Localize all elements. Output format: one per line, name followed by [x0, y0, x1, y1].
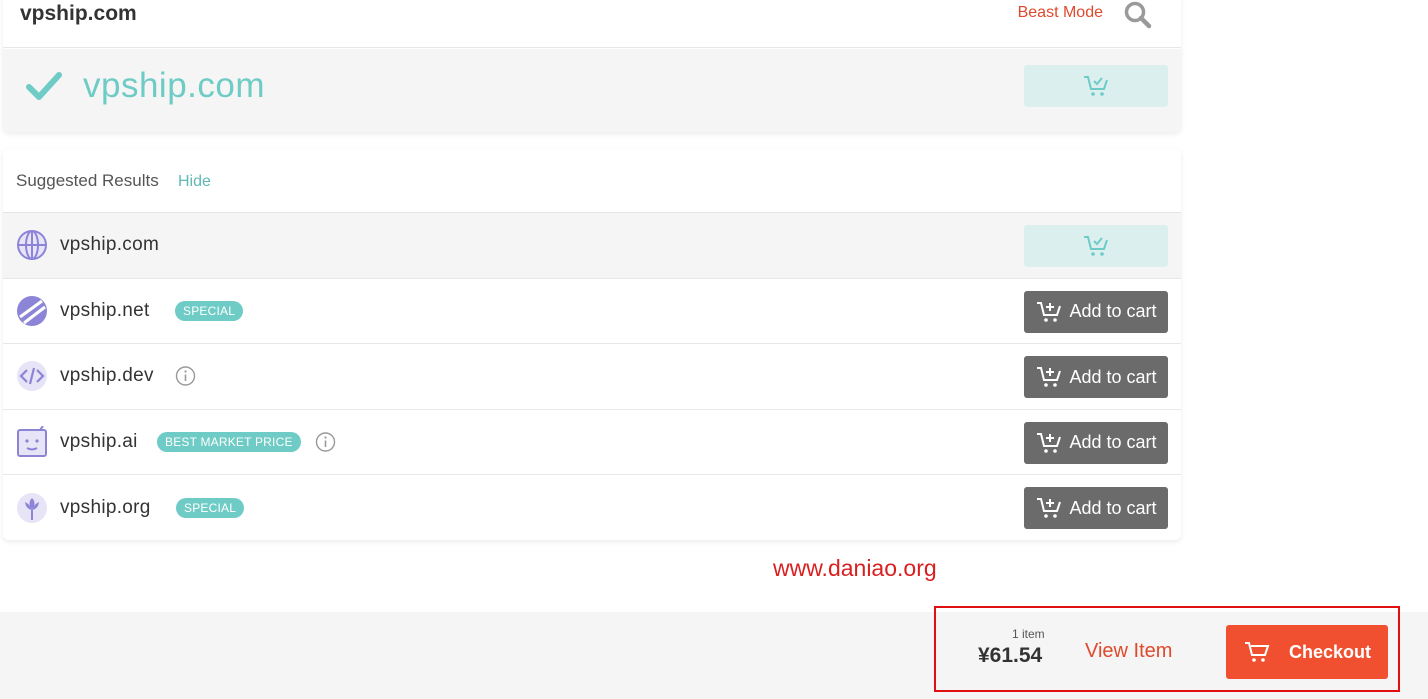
beast-mode-link[interactable]: Beast Mode: [1018, 4, 1103, 22]
check-icon: [25, 71, 65, 103]
add-to-cart-label: Add to cart: [1069, 432, 1157, 452]
exact-result-row: vpship.com: [3, 49, 1181, 132]
add-to-cart-button[interactable]: Add to cart: [1024, 356, 1168, 398]
cart-check-icon: [1084, 76, 1108, 96]
list-item: vpship.ai BEST MARKET PRICE Add to cart: [3, 410, 1181, 475]
cart-plus-icon: [1037, 432, 1062, 453]
search-query[interactable]: vpship.com: [20, 2, 137, 26]
cart-icon: [1244, 642, 1270, 662]
list-item: vpship.dev Add to cart: [3, 344, 1181, 410]
robot-icon: [16, 425, 48, 458]
best-price-badge: BEST MARKET PRICE: [157, 431, 301, 452]
search-header: vpship.com Beast Mode: [3, 0, 1181, 48]
add-to-cart-label: Add to cart: [1069, 497, 1157, 518]
domain-name: vpship.ai: [60, 430, 138, 452]
cart-item-count: 1 item: [1012, 627, 1045, 641]
domain-name: vpship.dev: [60, 365, 154, 387]
hide-link[interactable]: Hide: [178, 173, 211, 191]
add-to-cart-label: Add to cart: [1069, 301, 1157, 321]
domain-name: vpship.org: [60, 496, 151, 518]
result-domain: vpship.com: [83, 66, 266, 105]
add-to-cart-button[interactable]: Add to cart: [1024, 290, 1168, 333]
cart-total: ¥61.54: [978, 644, 1043, 667]
code-icon: [16, 360, 48, 392]
suggested-title: Suggested Results: [16, 171, 159, 190]
watermark-text: www.daniao.org: [773, 555, 937, 581]
add-to-cart-button[interactable]: Add to cart: [1024, 487, 1168, 529]
list-item: vpship.com: [3, 213, 1181, 279]
domain-name: vpship.net: [60, 299, 150, 321]
net-icon: [16, 295, 48, 327]
search-icon[interactable]: [1123, 0, 1153, 30]
checkout-label: Checkout: [1288, 641, 1371, 662]
suggested-results-card: Suggested Results Hide vpship.com vpship…: [3, 149, 1181, 540]
cart-plus-icon: [1037, 367, 1062, 387]
add-to-cart-button[interactable]: Add to cart: [1024, 421, 1168, 464]
in-cart-button[interactable]: [1024, 65, 1168, 107]
cart-plus-icon: [1037, 498, 1062, 518]
special-badge: SPECIAL: [176, 497, 245, 518]
in-cart-button[interactable]: [1024, 225, 1168, 267]
list-item: vpship.net SPECIAL Add to cart: [3, 279, 1181, 344]
view-item-link[interactable]: View Item: [1085, 640, 1172, 663]
add-to-cart-label: Add to cart: [1069, 366, 1157, 387]
search-card: vpship.com Beast Mode vpship.com: [3, 0, 1181, 132]
cart-check-icon: [1084, 236, 1108, 256]
suggested-header: Suggested Results Hide: [3, 149, 1181, 213]
checkout-button[interactable]: Checkout: [1226, 625, 1388, 679]
special-badge: SPECIAL: [175, 300, 244, 321]
org-flower-icon: [16, 492, 48, 524]
domain-name: vpship.com: [60, 234, 160, 256]
info-icon[interactable]: [315, 431, 336, 452]
globe-icon: [16, 229, 48, 261]
list-item: vpship.org SPECIAL Add to cart: [3, 475, 1181, 541]
cart-plus-icon: [1037, 301, 1062, 322]
info-icon[interactable]: [175, 366, 196, 387]
